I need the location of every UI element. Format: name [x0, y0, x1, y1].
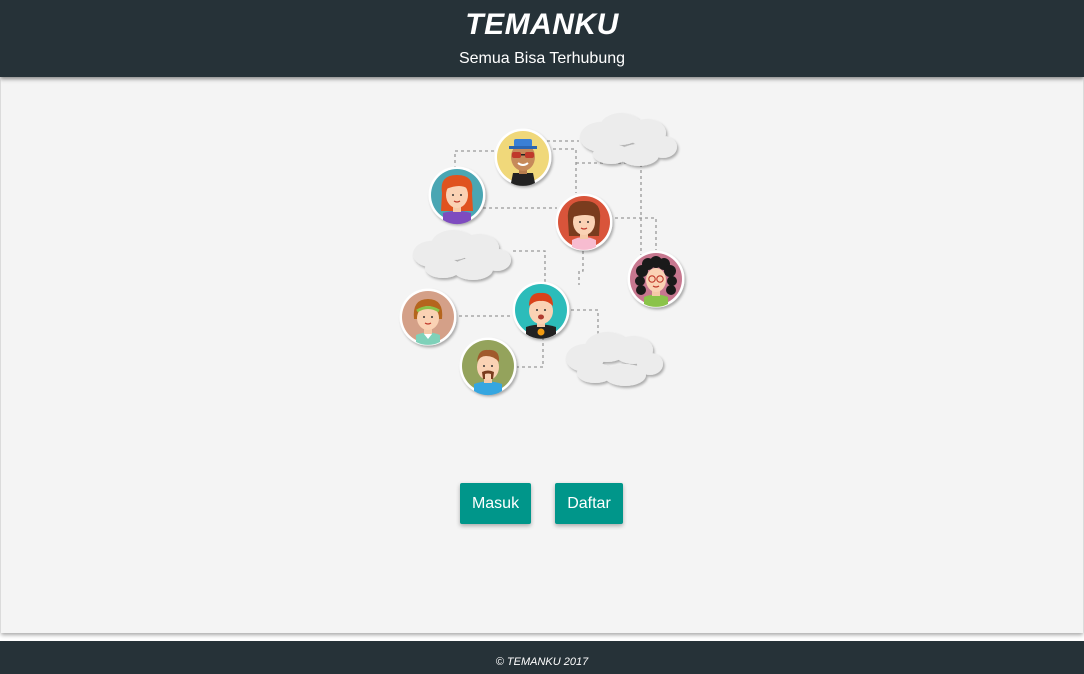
app-footer: © TEMANKU 2017 — [0, 641, 1084, 674]
app-subtitle: Semua Bisa Terhubung — [458, 50, 626, 67]
main-content: Masuk Daftar — [1, 77, 1083, 633]
app-header: TEMANKU Semua Bisa Terhubung — [0, 0, 1084, 77]
avatar-curly-hair-glasses — [627, 250, 685, 308]
copyright-text: © TEMANKU 2017 — [495, 656, 589, 668]
login-button[interactable]: Masuk — [460, 483, 531, 524]
avatar-brunette-woman — [555, 193, 613, 251]
register-button[interactable]: Daftar — [555, 483, 623, 524]
avatar-redhead-girl — [428, 166, 486, 225]
cloud-bottom-right — [566, 332, 663, 386]
cloud-left — [413, 230, 511, 280]
avatar-mustache-guy — [459, 337, 517, 396]
app-title: TEMANKU — [465, 8, 619, 41]
connected-friends-network-icon — [399, 113, 685, 396]
avatar-hat-sunglasses — [494, 128, 552, 186]
avatar-headband-girl — [399, 288, 457, 346]
avatar-redhead-guy — [512, 281, 570, 339]
cloud-top-right — [580, 113, 677, 166]
